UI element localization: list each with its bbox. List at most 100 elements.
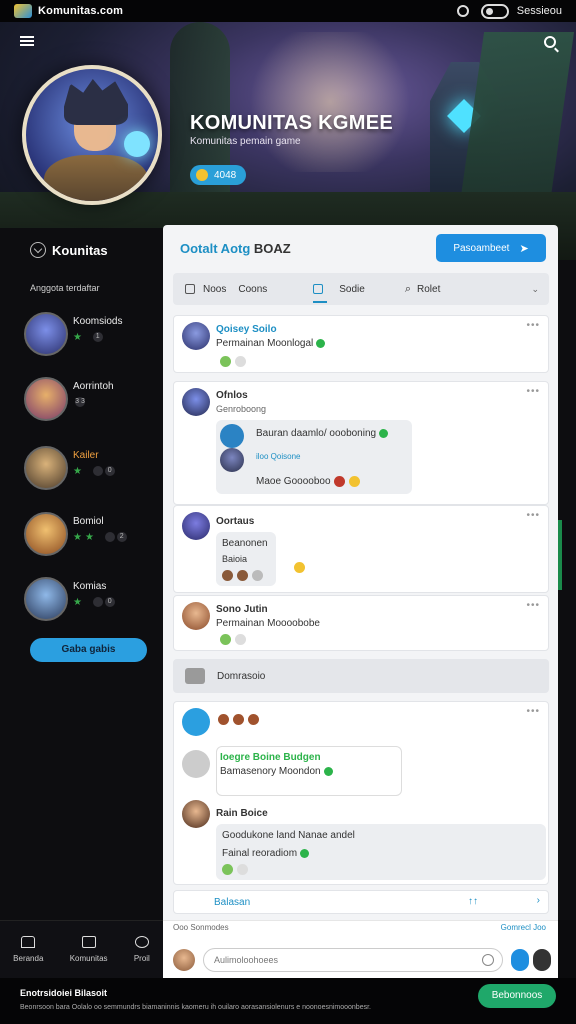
tab-coons[interactable]: Coons xyxy=(238,273,267,305)
member-name: Komias xyxy=(73,581,107,592)
footer-text: Beonrsoon bara Oolalo oo semmundrs biama… xyxy=(20,1004,371,1011)
points-badge[interactable]: 4048 xyxy=(190,165,247,185)
avatar-hair xyxy=(64,79,128,125)
member-name: Kailer xyxy=(73,450,99,461)
search-icon: ⌕ xyxy=(404,282,412,295)
section-label: Domrasoio xyxy=(217,670,266,682)
sidebar-heading[interactable]: Kounitas xyxy=(30,242,108,258)
member-item[interactable]: Koomsiods ★ 1 xyxy=(24,312,154,358)
avatar xyxy=(182,322,210,350)
post-card[interactable]: Ofnlos Genroboong Bauran daamlo/ oooboni… xyxy=(173,381,549,505)
app-logo-icon xyxy=(14,4,32,18)
avatar xyxy=(182,602,210,630)
chevron-circle-icon xyxy=(30,242,46,258)
reply-bar-label: Balasan xyxy=(214,897,251,908)
member-rating: ★ 0 xyxy=(73,597,115,608)
avatar xyxy=(182,800,210,828)
avatar xyxy=(24,377,68,421)
session-label[interactable]: Sessieou xyxy=(517,5,562,17)
community-icon xyxy=(81,936,96,948)
section-divider[interactable]: Domrasoio xyxy=(173,659,549,693)
avatar-orb xyxy=(124,131,150,157)
level-dot: 1 xyxy=(92,332,103,343)
reactions[interactable] xyxy=(294,562,309,573)
emoji-icon[interactable] xyxy=(482,954,494,966)
post-card[interactable]: Sono Jutin Permainan Moooobobe ••• xyxy=(173,595,549,651)
reactions[interactable] xyxy=(220,356,250,367)
tab-bar: Noos Coons Sodie ⌕ Rolet ⌄ xyxy=(173,273,549,305)
avatar-armor xyxy=(44,155,148,201)
level-dot: 0 xyxy=(104,466,115,477)
avatar xyxy=(182,388,210,416)
sync-icon[interactable] xyxy=(456,5,469,17)
profile-avatar[interactable] xyxy=(22,65,162,205)
post-text: Permainan Moonlogal xyxy=(216,338,326,349)
more-options-icon[interactable]: ••• xyxy=(526,510,540,521)
tab-sodie[interactable]: Sodie xyxy=(313,273,365,305)
nav-home[interactable]: Beranda xyxy=(13,936,43,963)
send-button[interactable] xyxy=(511,949,529,971)
panel-action-button[interactable]: Pasoambeet ➤ xyxy=(436,234,546,262)
post-author: Oortaus xyxy=(216,516,255,527)
tab-label: Noos xyxy=(203,283,227,295)
home-icon xyxy=(21,936,36,948)
avatar xyxy=(24,446,68,490)
hamburger-menu-icon[interactable] xyxy=(20,36,34,46)
composer-status-right[interactable]: Gomrecl Joo xyxy=(501,923,546,932)
options-button[interactable] xyxy=(533,949,551,971)
tab-rolet[interactable]: ⌕ Rolet xyxy=(405,273,441,305)
panel-title-accent: Ootalt Aotg xyxy=(180,241,251,256)
more-options-icon[interactable]: ••• xyxy=(526,600,540,611)
avatar xyxy=(220,448,244,472)
sidebar-subheading: Anggota terdaftar xyxy=(30,283,100,293)
reply-text: Goodukone land Nanae andel xyxy=(222,830,355,841)
post-author: Qoisey Soilo xyxy=(216,324,277,335)
reactions[interactable] xyxy=(222,864,252,875)
footer-button[interactable]: Bebonnoos xyxy=(478,984,556,1008)
more-options-icon[interactable]: ••• xyxy=(526,706,540,717)
theme-toggle[interactable] xyxy=(480,3,509,19)
nav-community[interactable]: Komunitas xyxy=(70,936,108,963)
reactions[interactable] xyxy=(222,570,267,581)
nav-label: Proil xyxy=(133,954,150,963)
tab-news[interactable]: Noos xyxy=(185,273,226,305)
more-options-icon[interactable]: ••• xyxy=(526,320,540,331)
member-item[interactable]: Aorrintoh 3 3 xyxy=(24,377,154,423)
chevron-down-icon[interactable]: ⌄ xyxy=(531,284,539,295)
avatar xyxy=(24,312,68,356)
nav-profile[interactable]: Proil xyxy=(134,936,150,963)
thread-card[interactable]: ••• Ioegre Boine Budgen Bamasenory Moond… xyxy=(173,701,549,885)
member-rating: 3 3 xyxy=(73,397,85,408)
avatar xyxy=(24,512,68,556)
reply-bar[interactable]: Balasan ↑↑ › xyxy=(173,890,549,914)
folder-icon xyxy=(185,668,205,684)
member-item[interactable]: Kailer ★ 0 xyxy=(24,446,154,492)
reactions[interactable] xyxy=(220,634,250,645)
avatar xyxy=(182,708,210,736)
level-dot: 0 xyxy=(104,597,115,608)
member-item[interactable]: Bomiol ★★ 2 xyxy=(24,512,154,558)
sidebar-heading-label: Kounitas xyxy=(52,242,108,258)
reply-author: Rain Boice xyxy=(216,808,268,819)
avatar xyxy=(182,512,210,540)
post-card[interactable]: Qoisey Soilo Permainan Moonlogal ••• xyxy=(173,315,549,373)
post-card[interactable]: Oortaus Beanonen Baioia ••• xyxy=(173,505,549,593)
level-dot: 2 xyxy=(116,532,127,543)
reactions[interactable] xyxy=(334,476,364,487)
more-options-icon[interactable]: ••• xyxy=(526,386,540,397)
community-panel: Ootalt Aotg BOAZ Pasoambeet ➤ Noos Coons… xyxy=(163,225,558,920)
nav-label: Komunitas xyxy=(69,954,108,963)
member-rating: ★ 1 xyxy=(73,332,103,343)
reply-text: Fainal reoradiom xyxy=(222,848,310,859)
level-dot xyxy=(104,532,115,543)
bubble-link[interactable]: iloo Qoisone xyxy=(256,452,300,461)
search-icon[interactable] xyxy=(544,36,556,48)
bottom-nav: Beranda Komunitas Proil xyxy=(0,920,163,978)
post-author: Ofnlos xyxy=(216,390,248,401)
message-input[interactable]: Aulimoloohoees xyxy=(203,948,503,972)
member-rating: ★ 0 xyxy=(73,466,115,477)
member-item[interactable]: Komias ★ 0 xyxy=(24,577,154,623)
sidebar-cta-button[interactable]: Gaba gabis xyxy=(30,638,147,662)
coin-icon xyxy=(196,169,208,181)
tab-label: Rolet xyxy=(417,283,441,295)
